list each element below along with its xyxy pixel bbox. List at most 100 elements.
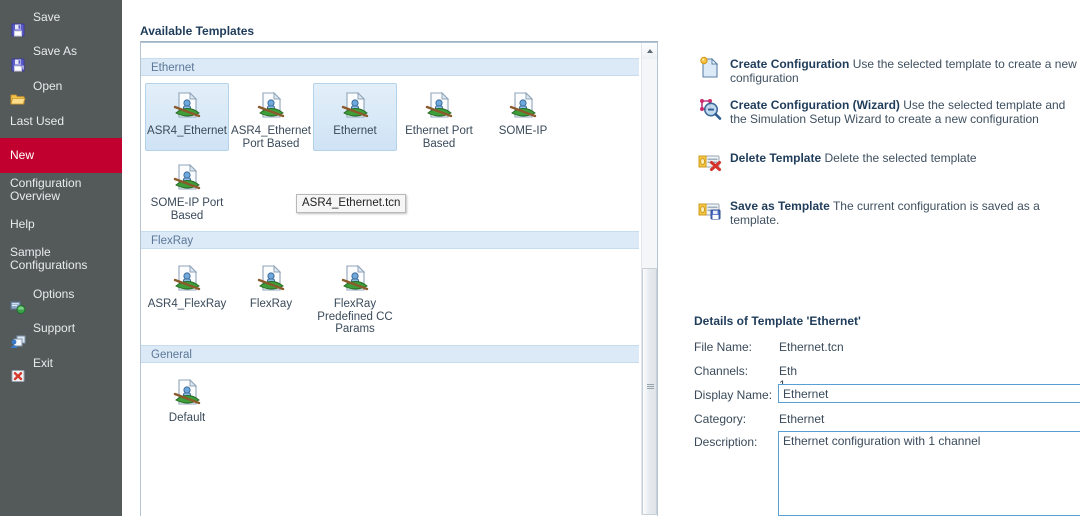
- template-document-icon: [255, 262, 287, 294]
- open-folder-icon: [10, 78, 26, 105]
- wizard-magnifier-icon: [698, 97, 722, 121]
- new-document-icon: [698, 56, 722, 80]
- template-list-content: Car2x Ca: [141, 43, 639, 444]
- template-group-body: ASR4_FlexRay FlexRay FlexRay Predefined …: [141, 249, 639, 345]
- details-heading: Details of Template 'Ethernet': [694, 314, 861, 328]
- sidebar-item-label: Options: [33, 286, 75, 301]
- sidebar-item-label: Open: [33, 78, 63, 93]
- sidebar-item-label: Configuration Overview: [10, 176, 82, 204]
- action-title: Delete Template: [730, 151, 822, 165]
- template-label: Default: [168, 411, 206, 424]
- sidebar-item-sample-configurations[interactable]: Sample Configurations: [0, 242, 122, 277]
- action-title: Create Configuration: [730, 57, 850, 71]
- exit-icon: [10, 355, 26, 383]
- template-tile[interactable]: Car2x Pilot PKI: [229, 43, 313, 50]
- scrollbar-thumb[interactable]: [642, 268, 657, 515]
- detail-value: Ethernet.tcn: [779, 340, 844, 354]
- sidebar-item-label: Last Used: [10, 113, 65, 128]
- sidebar-item-support[interactable]: Support: [0, 311, 122, 348]
- template-document-icon: [171, 161, 203, 193]
- template-group-header-flexray: FlexRay: [141, 231, 639, 249]
- template-list[interactable]: Car2x Ca: [140, 42, 658, 516]
- save-icon: [10, 9, 26, 37]
- template-tile[interactable]: Car2x: [145, 43, 229, 50]
- sidebar-item-label: Help: [10, 217, 35, 232]
- sidebar-item-label: Sample Configurations: [10, 245, 88, 273]
- save-template-icon: [698, 198, 722, 222]
- template-label: SOME-IP: [498, 125, 548, 137]
- sidebar-item-new[interactable]: New: [0, 138, 122, 173]
- template-document-icon: [423, 89, 455, 121]
- scroll-up-arrow-icon[interactable]: [642, 43, 657, 59]
- template-group-header-ethernet: Ethernet: [141, 58, 639, 76]
- detail-label: File Name:: [694, 340, 753, 354]
- support-icon: [10, 321, 26, 348]
- sidebar-item-label: Save: [33, 9, 61, 24]
- template-tile-default[interactable]: Default: [145, 370, 229, 436]
- sidebar-item-save[interactable]: Save: [0, 0, 122, 37]
- template-document-icon: [507, 89, 539, 121]
- sidebar: Save Save As Open Last Used New Configur…: [0, 0, 122, 516]
- template-label: FlexRay Predefined CC Params: [317, 298, 393, 335]
- template-document-icon: [171, 376, 203, 408]
- delete-template-icon: [698, 150, 722, 174]
- template-document-icon: [171, 262, 203, 294]
- template-label: Ethernet: [333, 125, 377, 137]
- right-pane: Create Configuration Use the selected te…: [693, 0, 1080, 516]
- template-label: SOME-IP Port Based: [150, 197, 224, 222]
- template-group-header-general: General: [141, 344, 639, 363]
- template-tile-some-ip-port-based[interactable]: SOME-IP Port Based: [145, 155, 229, 223]
- new-configuration-screen: Save Save As Open Last Used New Configur…: [0, 0, 1080, 516]
- action-delete-template[interactable]: Delete Template Delete the selected temp…: [698, 150, 1080, 174]
- detail-label: Category:: [694, 412, 747, 426]
- action-create-configuration[interactable]: Create Configuration Use the selected te…: [698, 56, 1080, 85]
- template-label: ASR4_Ethernet: [147, 125, 227, 137]
- detail-label: Description:: [694, 435, 758, 449]
- template-group-body: Default: [141, 363, 639, 444]
- detail-label: Channels:: [694, 364, 749, 378]
- action-title: Save as Template: [730, 199, 830, 213]
- available-templates-heading: Available Templates: [140, 24, 255, 38]
- sidebar-item-options[interactable]: Options: [0, 277, 122, 315]
- sidebar-item-exit[interactable]: Exit: [0, 346, 122, 383]
- template-tile-flexray[interactable]: FlexRay: [229, 256, 313, 337]
- template-label: ASR4_Ethernet Port Based: [231, 125, 311, 150]
- sidebar-item-label: Exit: [33, 355, 54, 370]
- template-tile-ethernet[interactable]: Ethernet: [313, 83, 397, 151]
- scrollbar-grip-icon: [647, 384, 654, 390]
- sidebar-item-open[interactable]: Open: [0, 69, 122, 105]
- template-group-body: Car2x Ca: [141, 43, 639, 58]
- sidebar-item-save-as[interactable]: Save As: [0, 35, 122, 72]
- template-tile-asr4-flexray[interactable]: ASR4_FlexRay: [145, 256, 229, 337]
- detail-label: Display Name:: [694, 388, 773, 402]
- sidebar-item-label: Support: [33, 321, 76, 336]
- action-save-as-template[interactable]: Save as Template The current configurati…: [698, 198, 1080, 227]
- template-tile-asr4-ethernet-port-based[interactable]: ASR4_Ethernet Port Based: [229, 83, 313, 151]
- action-description: Delete the selected template: [824, 151, 977, 165]
- sidebar-item-label: New: [10, 148, 35, 163]
- detail-value: Ethernet: [779, 412, 825, 426]
- template-document-icon: [339, 262, 371, 294]
- sidebar-item-configuration-overview[interactable]: Configuration Overview: [0, 173, 122, 208]
- options-icon: [10, 286, 26, 315]
- template-tile-flexray-predefined-cc-params[interactable]: FlexRay Predefined CC Params: [313, 256, 397, 337]
- sidebar-item-label: Save As: [33, 44, 78, 59]
- template-document-icon: [171, 89, 203, 121]
- template-document-icon: [339, 89, 371, 121]
- template-document-icon: [255, 89, 287, 121]
- template-tile-some-ip[interactable]: SOME-IP: [481, 83, 565, 151]
- description-input[interactable]: [778, 431, 1080, 516]
- template-label: FlexRay: [249, 298, 293, 310]
- action-create-configuration-wizard[interactable]: Create Configuration (Wizard) Use the se…: [698, 97, 1080, 126]
- sidebar-item-last-used[interactable]: Last Used: [0, 104, 122, 139]
- template-tile-ethernet-port-based[interactable]: Ethernet Port Based: [397, 83, 481, 151]
- template-list-scrollbar[interactable]: [641, 43, 657, 515]
- template-label: Ethernet Port Based: [405, 125, 473, 150]
- sidebar-item-help[interactable]: Help: [0, 208, 122, 243]
- template-tooltip: ASR4_Ethernet.tcn: [296, 194, 407, 213]
- display-name-input[interactable]: [778, 384, 1080, 403]
- action-title: Create Configuration (Wizard): [730, 98, 900, 112]
- template-label: ASR4_FlexRay: [147, 298, 227, 310]
- template-tile-asr4-ethernet[interactable]: ASR4_Ethernet: [145, 83, 229, 151]
- save-as-icon: [10, 44, 26, 72]
